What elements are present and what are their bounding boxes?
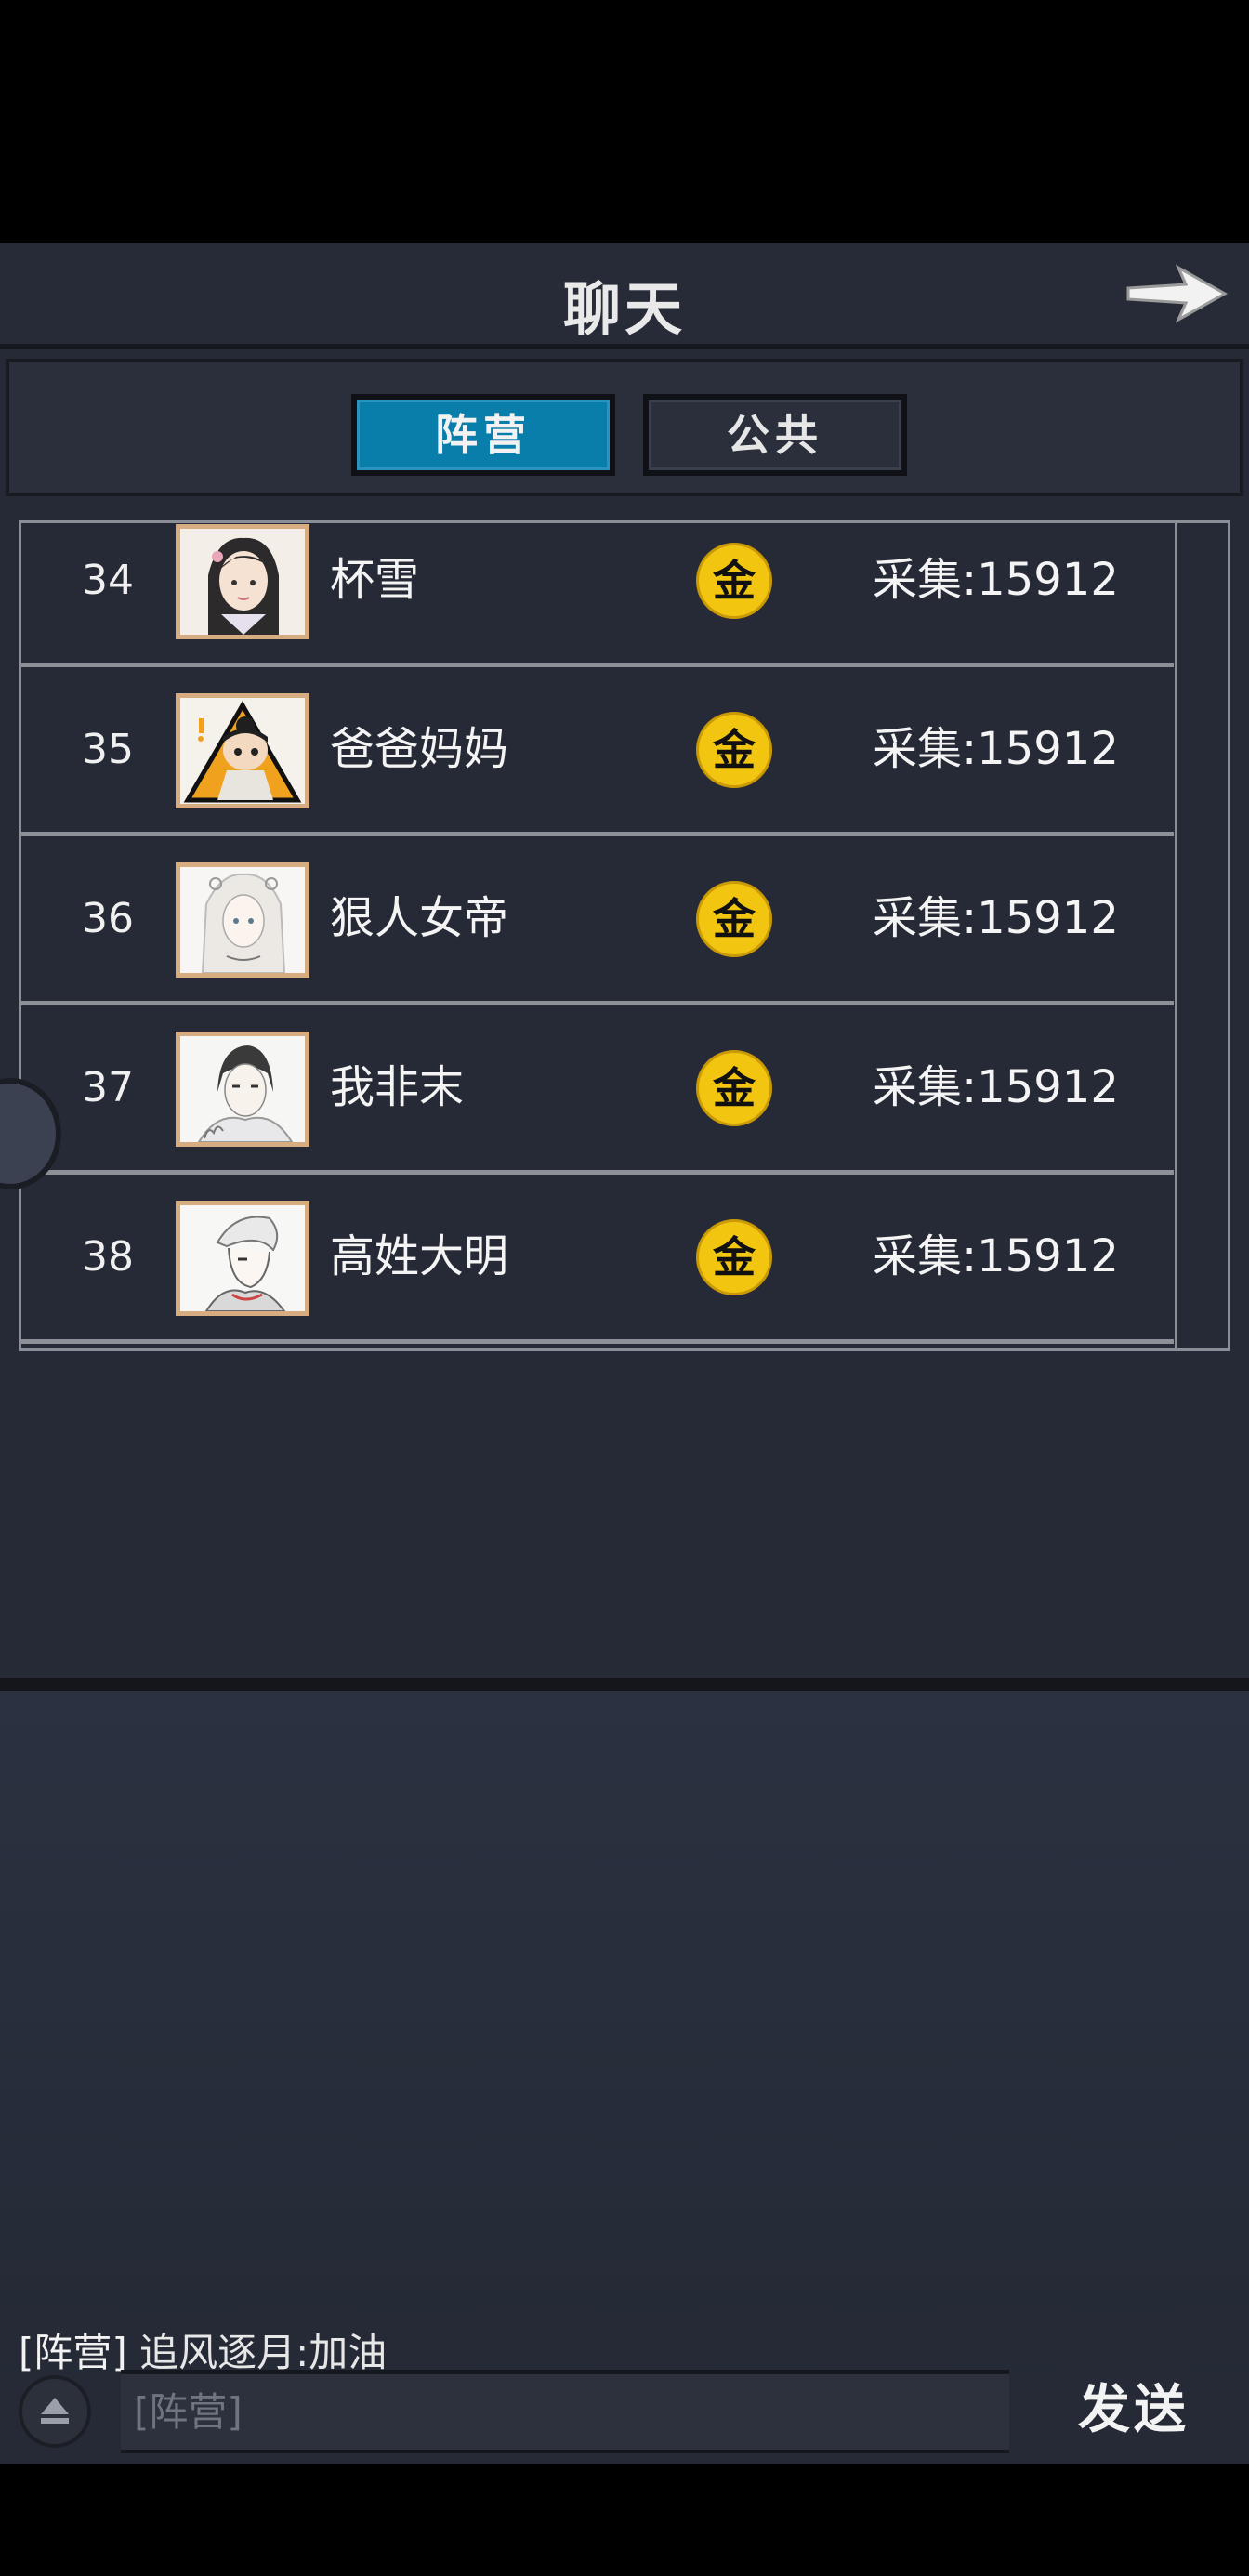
- chat-channel-tag: [阵营]: [19, 2330, 127, 2375]
- score-text: 采集:15912: [873, 1230, 1119, 1282]
- divider: [0, 1678, 1249, 1691]
- score-text: 采集:15912: [873, 1061, 1119, 1113]
- player-name: 我非末: [330, 1061, 465, 1113]
- scrollbar[interactable]: [1175, 520, 1177, 1351]
- list-item[interactable]: 37 我非末 金 采集:15912: [21, 1005, 1174, 1175]
- header-bar: 聊天: [0, 243, 1249, 349]
- chat-message-text: 追风逐月:加油: [139, 2330, 388, 2375]
- arrow-right-icon[interactable]: [1121, 256, 1232, 331]
- gold-badge: 金: [696, 543, 772, 619]
- rank-number: 38: [82, 1233, 134, 1281]
- rank-number: 34: [82, 557, 134, 604]
- page-title: 聊天: [562, 275, 686, 343]
- list-item[interactable]: 36 狠人女帝 金 采集:15912: [21, 836, 1174, 1005]
- list-item[interactable]: 35 爸爸妈妈 金 采集:15912: [21, 667, 1174, 836]
- player-name: 爸爸妈妈: [330, 723, 509, 775]
- gold-badge: 金: [696, 1050, 772, 1126]
- avatar: [176, 693, 309, 808]
- rank-number: 36: [82, 895, 134, 942]
- score-text: 采集:15912: [873, 723, 1119, 775]
- gold-badge: 金: [696, 1219, 772, 1295]
- avatar: [176, 1201, 309, 1316]
- player-name: 杯雪: [330, 554, 420, 606]
- gold-badge: 金: [696, 881, 772, 957]
- tab-public[interactable]: 公共: [643, 394, 907, 476]
- chat-area: [0, 1691, 1249, 2425]
- expand-button[interactable]: [19, 2375, 91, 2448]
- player-name: 高姓大明: [330, 1230, 509, 1282]
- avatar: [176, 524, 309, 639]
- avatar: [176, 862, 309, 978]
- send-button[interactable]: 发送: [1050, 2368, 1217, 2451]
- rank-number: 37: [82, 1064, 134, 1111]
- score-text: 采集:15912: [873, 554, 1119, 606]
- system-bar: [0, 2464, 1249, 2576]
- eject-icon: [41, 2398, 69, 2424]
- chat-input[interactable]: [121, 2370, 1009, 2453]
- tab-strip: 阵营 公共: [6, 359, 1243, 496]
- score-text: 采集:15912: [873, 892, 1119, 944]
- rank-number: 35: [82, 726, 134, 773]
- player-name: 狠人女帝: [330, 892, 509, 944]
- list-item[interactable]: 38 高姓大明 金 采集:15912: [21, 1175, 1174, 1344]
- avatar: [176, 1032, 309, 1147]
- list-item[interactable]: 34 杯雪 金 采集:15912: [21, 498, 1174, 667]
- gold-badge: 金: [696, 712, 772, 788]
- tab-camp[interactable]: 阵营: [351, 394, 615, 476]
